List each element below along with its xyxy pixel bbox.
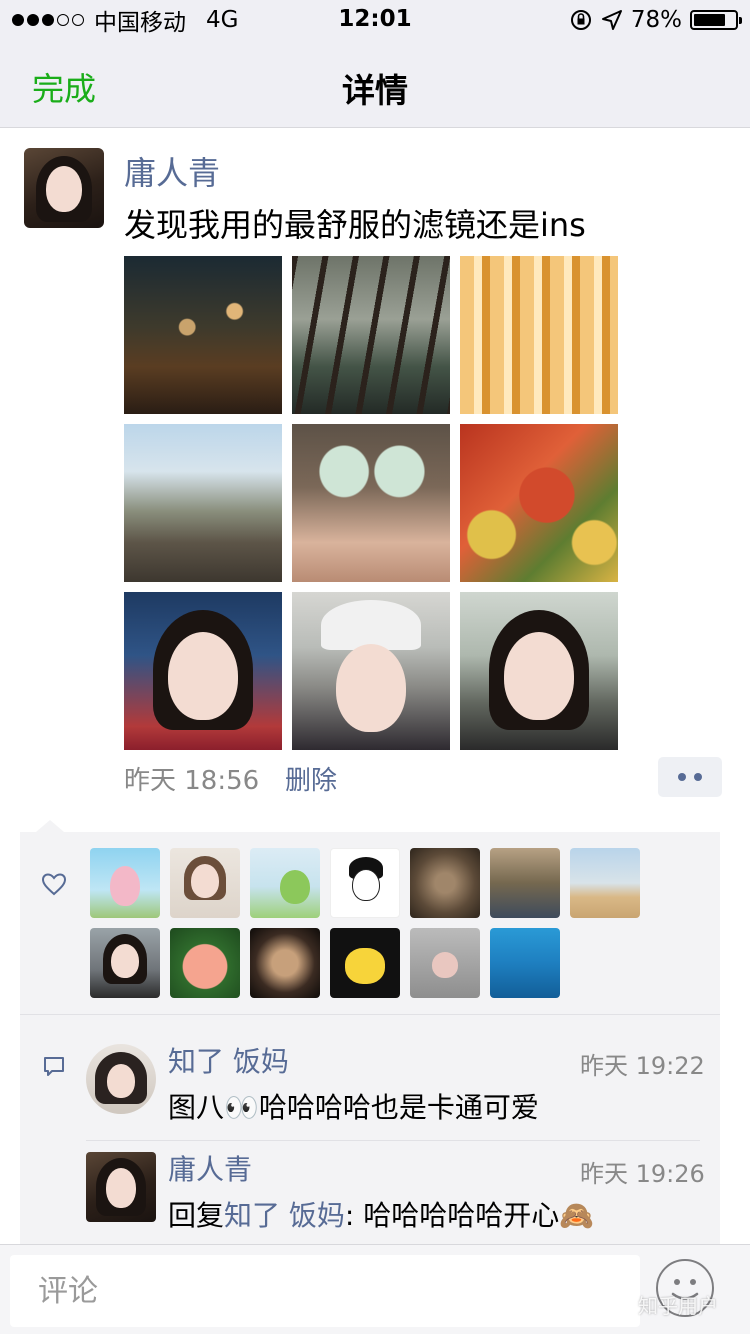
post-author-name[interactable]: 庸人青 [124,148,220,194]
battery-icon [690,10,742,30]
comment-author-avatar[interactable] [86,1152,156,1222]
battery-percent: 78% [630,7,682,33]
post-timestamp: 昨天 18:56 [124,766,260,796]
status-right: 78% [569,6,742,34]
delete-link[interactable]: 删除 [285,760,337,797]
comment-input-bar [0,1244,750,1334]
photo-4[interactable] [124,424,282,582]
page-title: 详情 [342,71,408,110]
reply-text: : 哈哈哈哈哈开心🙈 [344,1199,595,1232]
post-author-avatar[interactable] [24,148,104,228]
liker-avatar[interactable] [90,928,160,998]
photo-3[interactable] [460,256,618,414]
liker-avatar[interactable] [490,928,560,998]
photo-7[interactable] [124,592,282,750]
liker-avatar[interactable] [410,928,480,998]
photo-6[interactable] [460,424,618,582]
liker-avatar[interactable] [90,848,160,918]
likes-divider [20,1014,720,1015]
status-bar: 中国移动 4G 12:01 78% [0,0,750,40]
reply-to-name[interactable]: 知了 饭妈 [224,1199,345,1232]
comment-timestamp: 昨天 19:22 [580,1052,705,1080]
liker-avatar[interactable] [490,848,560,918]
comment-text: 回复知了 饭妈: 哈哈哈哈哈开心🙈 [168,1194,594,1234]
reply-prefix: 回复 [168,1199,225,1232]
liker-avatar[interactable] [330,848,400,918]
comment-text: 图八👀哈哈哈哈也是卡通可爱 [168,1091,539,1124]
comment-timestamp: 昨天 19:26 [580,1160,705,1188]
liker-avatar[interactable] [330,928,400,998]
photo-1[interactable] [124,256,282,414]
photo-grid [124,256,618,750]
comment-input[interactable] [10,1255,640,1327]
watermark: 知乎用户 [638,1294,718,1318]
orientation-lock-icon [570,10,591,30]
liker-avatar[interactable] [170,928,240,998]
post-text: 发现我用的最舒服的滤镜还是ins [124,206,586,244]
photo-8[interactable] [292,592,450,750]
comment-author-avatar[interactable] [86,1044,156,1114]
photo-2[interactable] [292,256,450,414]
comment-divider [86,1140,700,1141]
photo-5[interactable] [292,424,450,582]
photo-9[interactable] [460,592,618,750]
location-icon [601,10,622,30]
heart-icon [41,873,67,896]
comment-icon [44,1057,64,1076]
liker-avatar[interactable] [250,928,320,998]
more-options-button[interactable] [658,757,722,797]
comment-author-name[interactable]: 知了 饭妈 [168,1040,289,1080]
liker-avatar[interactable] [410,848,480,918]
liker-avatar[interactable] [570,848,640,918]
liker-avatar[interactable] [170,848,240,918]
liker-avatar[interactable] [250,848,320,918]
panel-pointer [36,820,64,832]
nav-bar: 完成 详情 [0,40,750,128]
comment-author-name[interactable]: 庸人青 [168,1148,252,1188]
